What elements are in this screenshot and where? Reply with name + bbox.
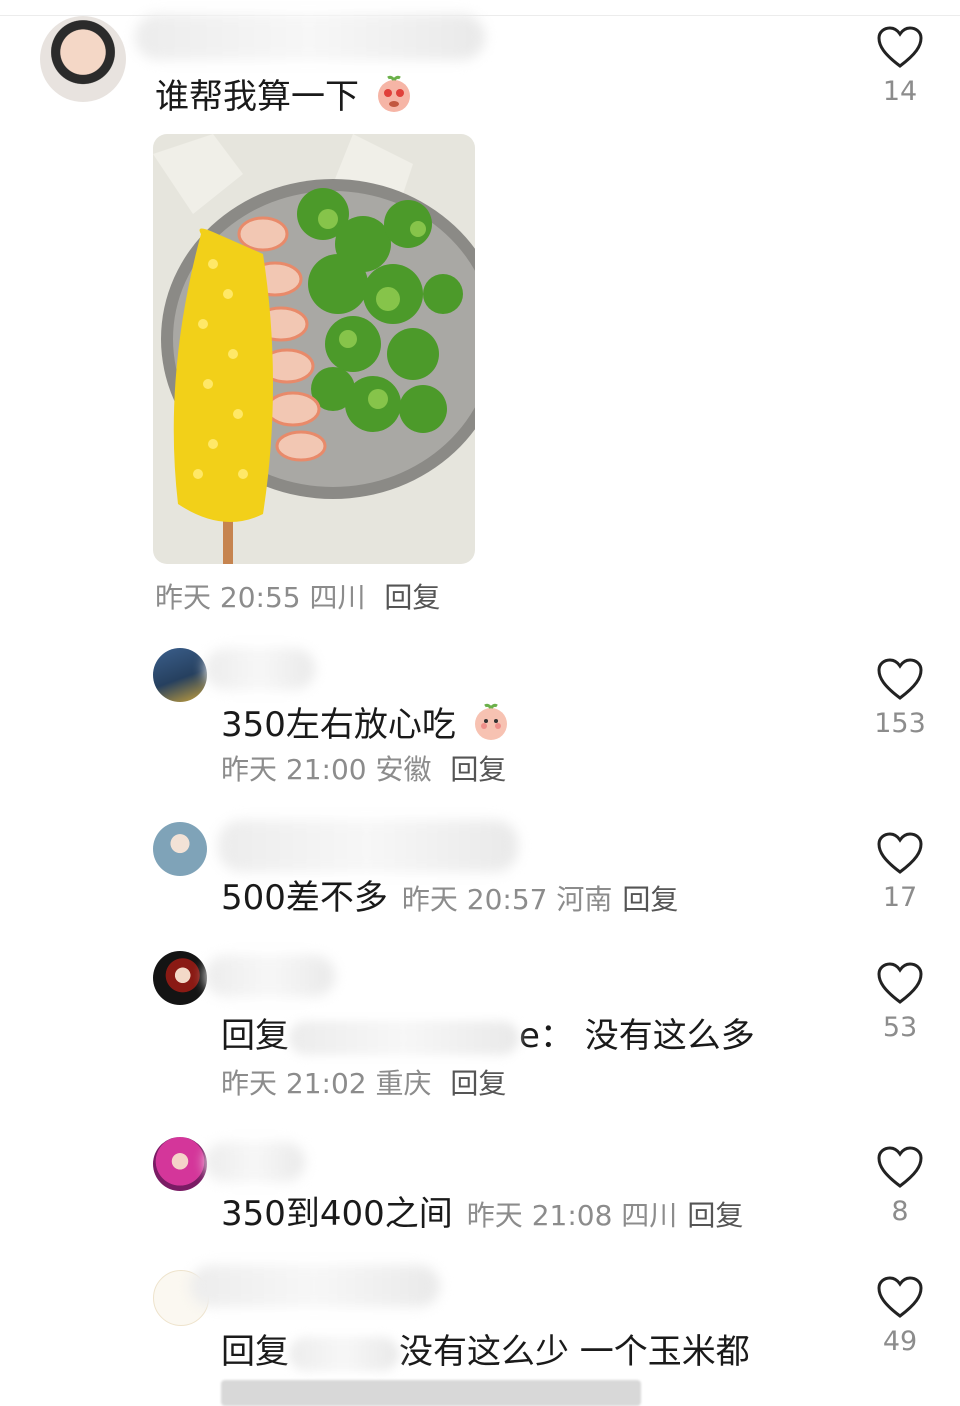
heart-outline-icon — [877, 832, 923, 874]
mention-blurred[interactable] — [289, 1336, 399, 1371]
username-blurred[interactable] — [205, 955, 335, 997]
like-count: 53 — [882, 1012, 918, 1043]
like-count: 153 — [874, 708, 926, 739]
like-button[interactable]: 53 — [860, 962, 940, 1043]
comment-meta: 昨天 21:08 四川 回复 — [467, 1199, 744, 1232]
heart-outline-icon — [877, 1276, 923, 1318]
like-button[interactable]: 8 — [860, 1146, 940, 1227]
comment-time: 昨天 21:08 — [466, 1199, 613, 1232]
heart-outline-icon — [877, 26, 923, 68]
avatar[interactable] — [153, 648, 207, 702]
like-count: 14 — [882, 76, 918, 107]
reply-button[interactable]: 回复 — [450, 1067, 506, 1100]
crying-face-emoji-icon — [374, 74, 414, 125]
comment-region: 安徽 — [375, 753, 432, 786]
avatar[interactable] — [153, 822, 207, 876]
avatar[interactable] — [40, 16, 126, 102]
mention-blurred[interactable] — [289, 1020, 519, 1055]
reply-button[interactable]: 回复 — [450, 753, 506, 786]
comment-time: 昨天 20:57 — [401, 883, 548, 916]
reply-button[interactable]: 回复 — [384, 581, 440, 614]
like-button[interactable]: 153 — [860, 658, 940, 739]
comment-text: 350到400之间 昨天 21:08 四川 回复 — [221, 1194, 744, 1234]
username-blurred[interactable] — [218, 820, 518, 872]
comment-region: 四川 — [309, 581, 366, 614]
comment-text: 回复 e： 没有这么多 — [221, 1016, 755, 1056]
like-button[interactable]: 14 — [860, 26, 940, 107]
comment-region: 河南 — [556, 883, 613, 916]
comment-time: 昨天 21:02 — [221, 1067, 367, 1100]
like-button[interactable]: 49 — [860, 1276, 940, 1357]
comment-text: 谁帮我算一下 — [155, 74, 414, 125]
comment-text: 350左右放心吃 — [221, 702, 511, 753]
username-blurred[interactable] — [205, 648, 315, 690]
comment-time: 昨天 20:55 — [155, 581, 301, 614]
top-divider — [0, 15, 960, 16]
comment-text: 500差不多 昨天 20:57 河南 回复 — [221, 878, 679, 918]
username-blurred[interactable] — [205, 1142, 305, 1182]
avatar[interactable] — [153, 1137, 207, 1191]
heart-outline-icon — [877, 658, 923, 700]
comment-meta: 昨天 21:02 重庆 回复 — [221, 1066, 506, 1102]
heart-outline-icon — [877, 962, 923, 1004]
comment-meta: 昨天 20:55 四川 回复 — [155, 580, 440, 616]
cut-off-text-line — [221, 1380, 641, 1406]
like-count: 17 — [882, 882, 918, 913]
food-photo[interactable] — [153, 134, 475, 564]
blushing-face-emoji-icon — [471, 702, 511, 753]
username-blurred[interactable] — [135, 14, 485, 60]
like-count: 8 — [891, 1196, 909, 1227]
like-button[interactable]: 17 — [860, 832, 940, 913]
comment-meta: 昨天 20:57 河南 回复 — [402, 883, 679, 916]
comment-meta: 昨天 21:00 安徽 回复 — [221, 752, 506, 788]
like-count: 49 — [882, 1326, 918, 1357]
reply-button[interactable]: 回复 — [622, 883, 678, 916]
reply-button[interactable]: 回复 — [687, 1199, 743, 1232]
heart-outline-icon — [877, 1146, 923, 1188]
comment-time: 昨天 21:00 — [221, 753, 367, 786]
comment-text: 回复 没有这么少 一个玉米都 — [221, 1332, 750, 1372]
comment-region: 重庆 — [375, 1067, 432, 1100]
comment-region: 四川 — [621, 1199, 678, 1232]
avatar[interactable] — [153, 951, 207, 1005]
username-blurred[interactable] — [190, 1265, 440, 1307]
